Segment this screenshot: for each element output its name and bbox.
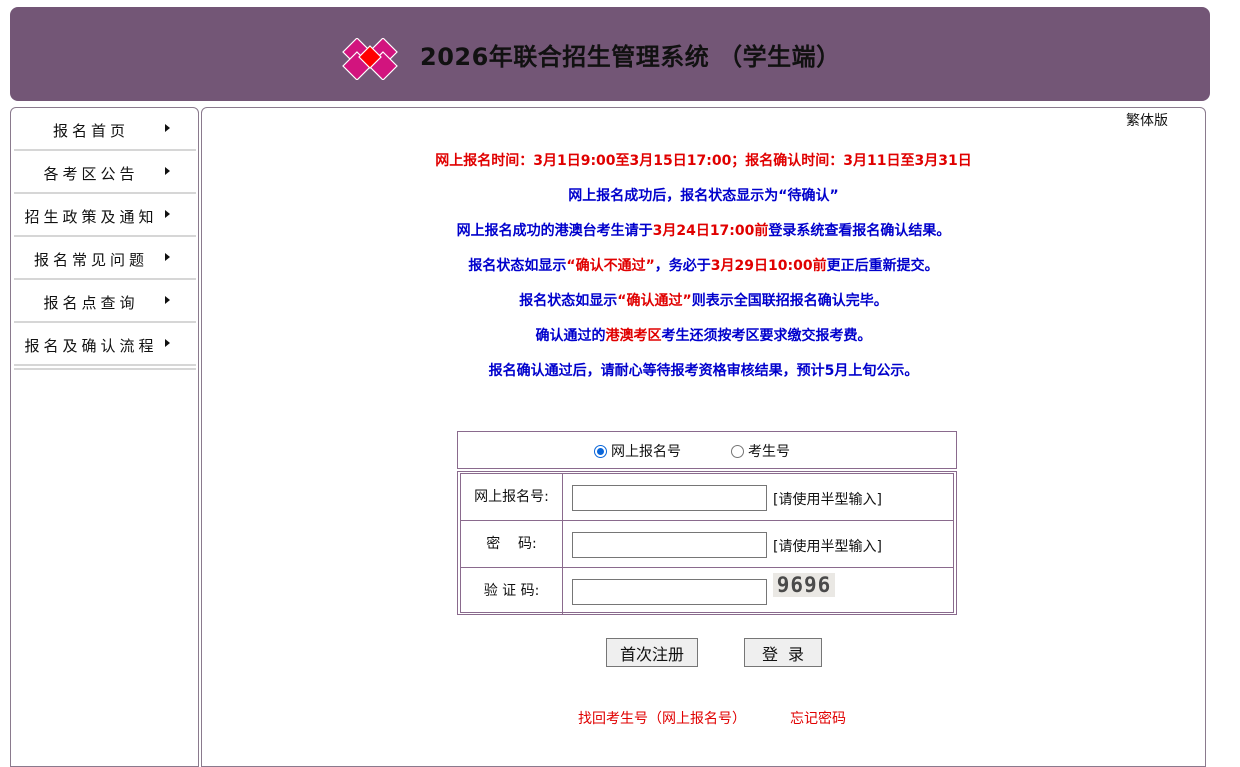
- notice-status-approved: “确认通过”: [617, 293, 692, 309]
- caret-right-icon: [165, 296, 170, 304]
- header-banner: 2026年联合招生管理系统 （学生端）: [10, 7, 1210, 101]
- radio-exam-number[interactable]: 考生号: [731, 441, 790, 461]
- captcha-image[interactable]: 9696: [773, 573, 835, 597]
- radio-label: 网上报名号: [611, 444, 681, 460]
- notice-deadline: 3月24日17:00前: [652, 223, 769, 239]
- notice-approved: 报名状态如显示“确认通过”则表示全国联招报名确认完毕。: [202, 290, 1205, 310]
- sidebar-item-label: 报名点查询: [43, 294, 139, 312]
- caret-right-icon: [165, 253, 170, 261]
- notice-text: 确认通过的: [535, 328, 606, 344]
- reg-number-hint: [请使用半型输入]: [773, 492, 882, 508]
- caret-right-icon: [165, 339, 170, 347]
- traditional-chinese-link[interactable]: 繁体版: [1126, 110, 1168, 130]
- forgot-password-link[interactable]: 忘记密码: [790, 708, 846, 728]
- sidebar-menu: 报名首页 各考区公告 招生政策及通知 报名常见问题 报名点查询 报名及确认流程: [10, 107, 199, 767]
- sidebar-item-process[interactable]: 报名及确认流程: [14, 323, 196, 366]
- caret-right-icon: [165, 210, 170, 218]
- password-label: 密 码:: [461, 521, 563, 567]
- notice-text: 登录系统查看报名确认结果。: [768, 223, 951, 239]
- login-type-selector: 网上报名号 考生号: [457, 431, 957, 469]
- sidebar-item-label: 报名常见问题: [33, 251, 148, 269]
- notice-schedule: 网上报名时间：3月1日9:00至3月15日17:00；报名确认时间：3月11日至…: [435, 153, 972, 169]
- notice-text: 报名状态如显示: [468, 258, 567, 274]
- captcha-input[interactable]: [572, 579, 767, 605]
- caret-right-icon: [165, 124, 170, 132]
- notice-text: 更正后重新提交。: [826, 258, 939, 274]
- register-button[interactable]: 首次注册: [606, 638, 698, 667]
- notice-hmt-check: 网上报名成功的港澳台考生请于3月24日17:00前登录系统查看报名确认结果。: [202, 220, 1205, 240]
- notice-fee: 确认通过的港澳考区考生还须按考区要求缴交报考费。: [202, 325, 1205, 345]
- radio-reg-number[interactable]: 网上报名号: [594, 441, 681, 461]
- notice-rejected: 报名状态如显示“确认不通过”，务必于3月29日10:00前更正后重新提交。: [202, 255, 1205, 275]
- login-form: 网上报名号: [请使用半型输入] 密 码: [请使用半型输入] 验 证 码: 9…: [457, 471, 957, 615]
- sidebar-item-label: 各考区公告: [43, 165, 139, 183]
- sidebar-item-district-notices[interactable]: 各考区公告: [14, 151, 196, 194]
- sidebar-item-label: 报名首页: [52, 122, 129, 140]
- logo-diamonds-icon: [342, 38, 398, 80]
- sidebar-divider: [14, 368, 196, 370]
- form-row-reg-number: 网上报名号: [请使用半型输入]: [461, 474, 953, 521]
- radio-unchecked-icon[interactable]: [731, 444, 744, 458]
- main-panel: 繁体版 网上报名时间：3月1日9:00至3月15日17:00；报名确认时间：3月…: [201, 107, 1206, 767]
- notice-district: 港澳考区: [605, 328, 662, 344]
- captcha-label: 验 证 码:: [461, 568, 563, 615]
- recover-id-link[interactable]: 找回考生号（网上报名号）: [578, 708, 746, 728]
- login-button[interactable]: 登录: [744, 638, 822, 667]
- sidebar-item-home[interactable]: 报名首页: [14, 108, 196, 151]
- form-row-captcha: 验 证 码: 9696: [461, 568, 953, 615]
- notice-text: 网上报名成功的港澳台考生请于: [456, 223, 653, 239]
- caret-right-icon: [165, 167, 170, 175]
- password-hint: [请使用半型输入]: [773, 539, 882, 555]
- radio-label: 考生号: [748, 444, 790, 460]
- sidebar-item-label: 招生政策及通知: [24, 208, 158, 226]
- sidebar-item-location-query[interactable]: 报名点查询: [14, 280, 196, 323]
- notice-text: ，务必于: [654, 258, 711, 274]
- sidebar-item-policies[interactable]: 招生政策及通知: [14, 194, 196, 237]
- notice-text: 报名状态如显示: [519, 293, 618, 309]
- password-input[interactable]: [572, 532, 767, 558]
- radio-checked-icon[interactable]: [594, 444, 607, 458]
- form-row-password: 密 码: [请使用半型输入]: [461, 521, 953, 568]
- login-form-table: 网上报名号: [请使用半型输入] 密 码: [请使用半型输入] 验 证 码: 9…: [460, 473, 954, 615]
- notice-pending-status: 网上报名成功后，报名状态显示为“待确认”: [568, 188, 839, 204]
- page-title: 2026年联合招生管理系统 （学生端）: [420, 43, 841, 71]
- notice-review: 报名确认通过后，请耐心等待报考资格审核结果，预计5月上旬公示。: [488, 363, 919, 379]
- reg-number-input[interactable]: [572, 485, 767, 511]
- notice-text: 则表示全国联招报名确认完毕。: [691, 293, 888, 309]
- sidebar-item-faq[interactable]: 报名常见问题: [14, 237, 196, 280]
- notice-status-rejected: “确认不通过”: [566, 258, 655, 274]
- reg-number-label: 网上报名号:: [461, 474, 563, 520]
- sidebar-item-label: 报名及确认流程: [24, 337, 158, 355]
- notice-text: 考生还须按考区要求缴交报考费。: [661, 328, 872, 344]
- notice-deadline: 3月29日10:00前: [710, 258, 827, 274]
